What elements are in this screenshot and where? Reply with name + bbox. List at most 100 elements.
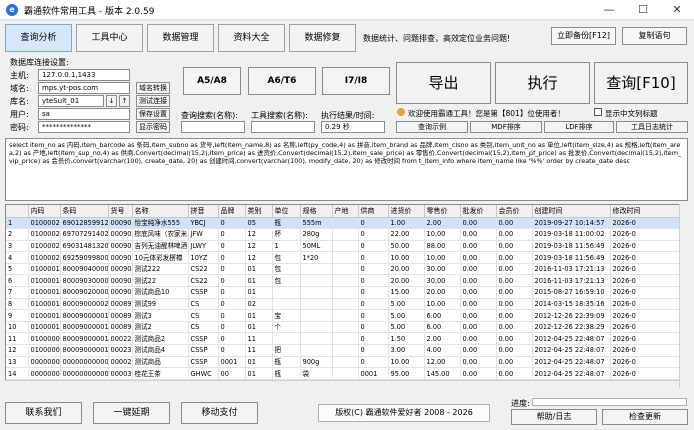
mobile-pay-button[interactable]: 移动支付: [181, 402, 258, 424]
sql-editor[interactable]: select item_no as 内码,item_barcode as 条码,…: [5, 138, 688, 201]
tool-log-stats-button[interactable]: 工具日志统计: [616, 121, 688, 133]
copy-statement-button[interactable]: 复制语句: [622, 27, 687, 45]
timing-output: 0.29 秒: [321, 121, 385, 133]
table-cell: 50ML: [300, 240, 333, 253]
table-cell: 22.00: [388, 228, 425, 241]
column-header[interactable]: [6, 205, 29, 218]
table-cell: 8000900000234: [60, 298, 109, 311]
query-button[interactable]: 查询[F10]: [594, 62, 688, 104]
column-header[interactable]: 产地: [332, 205, 359, 218]
export-button[interactable]: 导出: [396, 62, 491, 104]
a5-a8-button[interactable]: A5/A8: [183, 67, 241, 95]
table-row[interactable]: 6010000188000903000017000903测试22CS22001包…: [6, 274, 687, 288]
table-cell: CSSP: [188, 344, 219, 357]
vertical-scrollbar[interactable]: [679, 204, 688, 388]
domain-input[interactable]: mps.yt-pos.com: [38, 82, 130, 94]
table-cell: 0.00: [496, 321, 533, 334]
table-cell: [300, 309, 333, 322]
contact-us-button[interactable]: 联系我们: [5, 402, 82, 424]
grid-header: 内码 条码 货号 名称 拼音 品牌 类别 单位 规格 产地 供商 进货价 零售价 批发价 会员价 创建时间 修改…: [6, 205, 687, 218]
user-input[interactable]: sa: [38, 108, 130, 120]
column-header[interactable]: 修改时间: [610, 205, 687, 218]
table-row[interactable]: 7010000178000902000018000901测试商品10CSSP00…: [6, 286, 687, 299]
show-chinese-checkbox[interactable]: [594, 108, 602, 116]
table-cell: 2019-03-18 11:56:49: [532, 240, 611, 253]
renew-button[interactable]: 一键延期: [93, 402, 170, 424]
table-row[interactable]: 1201000007800090000016600023测试商品4CSSP011…: [6, 344, 687, 357]
column-header[interactable]: 品牌: [218, 205, 246, 218]
column-header[interactable]: 供商: [358, 205, 389, 218]
result-grid[interactable]: 内码 条码 货号 名称 拼音 品牌 类别 单位 规格 产地 供商 进货价 零售价 批发价 会员价 创建时间 修改…: [5, 204, 688, 388]
tab-query-analysis[interactable]: 查询分析: [5, 24, 72, 52]
db-input[interactable]: yteSult_01: [38, 95, 104, 107]
tool-search-input[interactable]: [251, 121, 315, 133]
tab-data-management[interactable]: 数据管理: [147, 24, 214, 52]
table-row[interactable]: 9010000128000900000197000895测试3CS001宝05.…: [6, 309, 687, 322]
table-row[interactable]: 1300000002000000000000200002测试商品CSSP0001…: [6, 356, 687, 369]
db-down-arrow-icon[interactable]: ↓: [106, 95, 117, 107]
query-examples-button[interactable]: 查询示例: [396, 121, 468, 133]
info-icon: [397, 108, 405, 116]
table-row[interactable]: 1010000236901285991219000908怡宝纯净水555YBCJ…: [6, 217, 687, 230]
test-connection-button[interactable]: 测试连接: [136, 95, 170, 107]
a6-t6-button[interactable]: A6/T6: [248, 67, 316, 95]
table-row[interactable]: 1101000006800090000015900022测试商品2CSSP011…: [6, 332, 687, 346]
host-input[interactable]: 127.0.0.1,1433: [38, 69, 130, 81]
column-header[interactable]: 拼音: [188, 205, 219, 218]
tab-data-repair[interactable]: 数据修复: [289, 24, 356, 52]
table-row[interactable]: 1400000003000000000000300003桂花王茶GHWC0001…: [6, 367, 687, 380]
column-header[interactable]: 单位: [272, 205, 301, 218]
table-cell: 2012-04-25 22:48:07: [532, 367, 611, 380]
column-header[interactable]: 零售价: [424, 205, 461, 218]
table-search-input[interactable]: [181, 121, 245, 133]
table-cell: 2019-09-27 10:14:57: [532, 217, 611, 230]
table-cell: 01000007: [28, 344, 61, 357]
close-button[interactable]: ✕: [660, 0, 694, 20]
column-header[interactable]: 会员价: [496, 205, 533, 218]
column-header[interactable]: 条码: [60, 205, 109, 218]
table-row[interactable]: 401000020692590998005200090510元体彩发楞樽10YZ…: [6, 251, 687, 264]
column-header[interactable]: 内码: [28, 205, 61, 218]
mdf-sort-button[interactable]: MDF排序: [470, 121, 542, 133]
table-cell: 2.00: [424, 217, 461, 230]
table-cell: 2016-11-03 17:21:13: [532, 263, 611, 276]
save-settings-button[interactable]: 保存设置: [136, 108, 170, 120]
tab-tool-center[interactable]: 工具中心: [76, 24, 143, 52]
table-cell: 瓶: [272, 217, 301, 230]
table-row[interactable]: 2010000226970729140216000907棕底风味（农家米JFW0…: [6, 228, 687, 241]
table-cell: 2026-0: [610, 332, 687, 346]
table-cell: 把: [272, 344, 301, 357]
tab-reference[interactable]: 资料大全: [218, 24, 285, 52]
help-log-button[interactable]: 帮助/日志: [511, 409, 597, 425]
table-cell: 瓶: [272, 356, 301, 369]
minimize-button[interactable]: —: [592, 0, 626, 20]
table-cell: 10.00: [388, 251, 425, 264]
ldf-sort-button[interactable]: LDF排序: [544, 121, 614, 133]
column-header[interactable]: 创建时间: [532, 205, 611, 218]
table-row[interactable]: 3010000216903148132074000906吉列无油醒林啤酒JLWY…: [6, 240, 687, 253]
table-row[interactable]: 5010000198000904000016000904测试222CS22001…: [6, 263, 687, 276]
column-header[interactable]: 批发价: [460, 205, 497, 218]
table-cell: 0: [358, 240, 389, 253]
backup-button[interactable]: 立即备份[F12]: [551, 27, 616, 45]
domain-convert-button[interactable]: 域名转换: [136, 82, 170, 94]
horizontal-scrollbar[interactable]: [5, 380, 679, 388]
table-cell: 01000020: [28, 251, 61, 264]
execute-button[interactable]: 执行: [495, 62, 590, 104]
table-row[interactable]: 8010000168000900000234000899测试99CS00205.…: [6, 298, 687, 311]
column-header[interactable]: 规格: [300, 205, 333, 218]
table-cell: 0: [358, 356, 389, 369]
show-password-button[interactable]: 显示密码: [136, 121, 170, 133]
row-number: 5: [6, 263, 29, 276]
table-row[interactable]: 10010000118000900000180000894测试2CS001个05…: [6, 321, 687, 334]
maximize-button[interactable]: ☐: [626, 0, 660, 20]
db-up-arrow-icon[interactable]: ↑: [119, 95, 130, 107]
column-header[interactable]: 货号: [108, 205, 133, 218]
check-update-button[interactable]: 检查更新: [602, 409, 688, 425]
column-header[interactable]: 类别: [245, 205, 273, 218]
column-header[interactable]: 名称: [132, 205, 189, 218]
password-input[interactable]: **************: [38, 121, 130, 133]
table-cell: 4.00: [424, 344, 461, 357]
i7-i8-button[interactable]: I7/I8: [322, 67, 390, 95]
column-header[interactable]: 进货价: [388, 205, 425, 218]
